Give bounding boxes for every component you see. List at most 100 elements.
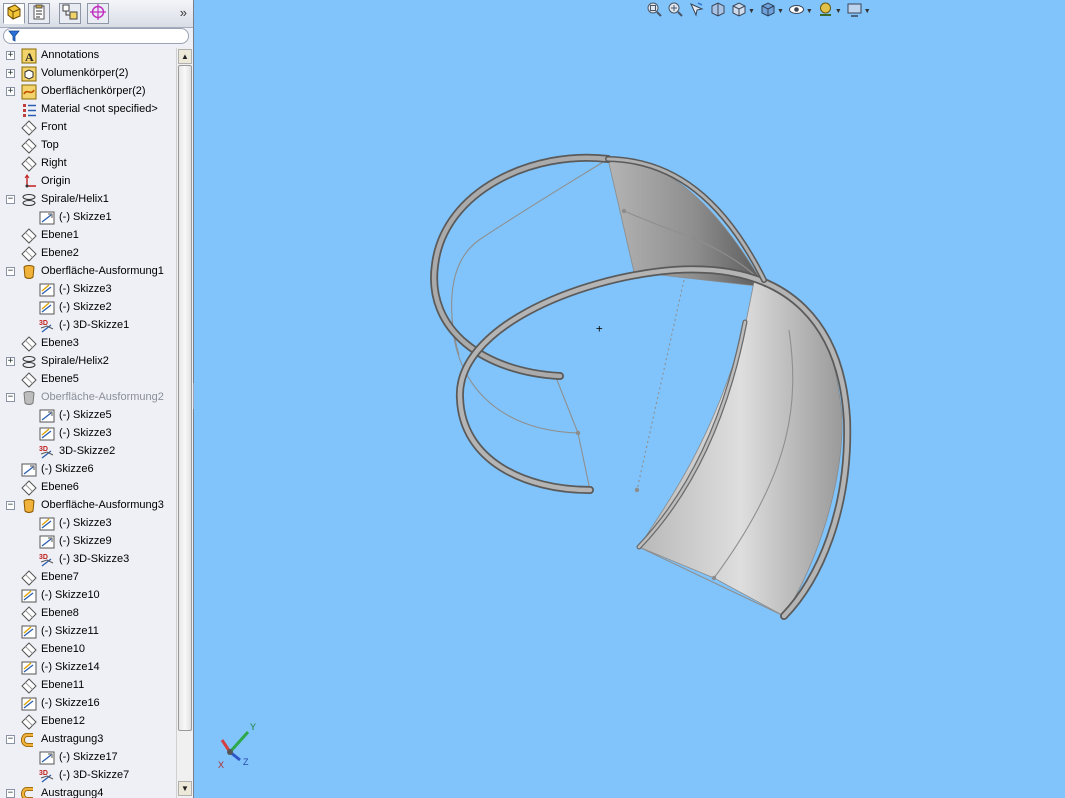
tree-item-label: Austragung3 — [41, 733, 104, 745]
tree-item[interactable]: Right — [0, 155, 176, 173]
plane-icon — [21, 138, 37, 154]
zoom-to-area-button[interactable] — [667, 1, 684, 21]
apply-scene-button[interactable]: ▼ — [846, 1, 871, 21]
display-style-button[interactable]: ▼ — [759, 1, 784, 21]
annotations-icon: A — [21, 48, 37, 64]
collapse-toggle-icon[interactable]: − — [6, 195, 15, 204]
tree-item[interactable]: Top — [0, 137, 176, 155]
tree-item[interactable]: 3D (-) 3D-Skizze1 — [0, 317, 176, 335]
tree-item[interactable]: 3D 3D-Skizze2 — [0, 443, 176, 461]
tree-item-label: Ebene6 — [41, 481, 79, 493]
tree-item[interactable]: + A Annotations — [0, 48, 176, 65]
expand-toggle-icon[interactable]: + — [6, 87, 15, 96]
scroll-up-button[interactable]: ▲ — [178, 49, 192, 64]
section-view-button[interactable] — [709, 1, 726, 21]
helix-icon — [21, 192, 37, 208]
tree-item-label: Right — [41, 157, 67, 169]
previous-view-button[interactable] — [688, 1, 705, 21]
collapse-toggle-icon[interactable]: − — [6, 393, 15, 402]
tree-item[interactable]: (-) Skizze2 — [0, 299, 176, 317]
tree-item-label: (-) 3D-Skizze7 — [59, 769, 130, 781]
tree-item[interactable]: (-) Skizze6 — [0, 461, 176, 479]
scrollbar-thumb[interactable] — [178, 65, 192, 731]
tree-item[interactable]: (-) Skizze10 — [0, 587, 176, 605]
dimxpert-tab[interactable] — [87, 3, 109, 24]
tree-item[interactable]: − Austragung3 — [0, 731, 176, 749]
tree-item[interactable]: Front — [0, 119, 176, 137]
tree-item[interactable]: − Oberfläche-Ausformung1 — [0, 263, 176, 281]
tree-item[interactable]: − Austragung4 — [0, 785, 176, 798]
tree-item[interactable]: − Spirale/Helix1 — [0, 191, 176, 209]
expand-toggle-icon[interactable]: + — [6, 357, 15, 366]
heads-up-view-toolbar: ▼ ▼ ▼ ▼ ▼ — [646, 0, 871, 22]
tree-item[interactable]: 3D (-) 3D-Skizze3 — [0, 551, 176, 569]
sketch-icon — [39, 210, 55, 226]
tree-item-label: Ebene11 — [41, 679, 85, 691]
tree-item[interactable]: Ebene7 — [0, 569, 176, 587]
tree-item-label: (-) Skizze9 — [59, 535, 112, 547]
tree-item[interactable]: Origin — [0, 173, 176, 191]
triad-z-label: Z — [243, 757, 249, 767]
expand-toggle-icon[interactable]: + — [6, 69, 15, 78]
sketch-used-icon — [21, 660, 37, 676]
tree-item[interactable]: Ebene5 — [0, 371, 176, 389]
tree-item[interactable]: Ebene3 — [0, 335, 176, 353]
tree-item[interactable]: Ebene8 — [0, 605, 176, 623]
tree-item[interactable]: Ebene10 — [0, 641, 176, 659]
tree-item[interactable]: (-) Skizze3 — [0, 515, 176, 533]
configurationmanager-tab-icon — [62, 4, 78, 23]
collapse-toggle-icon[interactable]: − — [6, 735, 15, 744]
scroll-down-button[interactable]: ▼ — [178, 781, 192, 796]
expand-panel-button[interactable]: » — [180, 5, 187, 20]
collapse-toggle-icon[interactable]: − — [6, 267, 15, 276]
plane-icon — [21, 606, 37, 622]
tree-item[interactable]: + Spirale/Helix2 — [0, 353, 176, 371]
plane-icon — [21, 372, 37, 388]
apply-scene-icon — [846, 1, 863, 21]
tree-item[interactable]: − Oberfläche-Ausformung3 — [0, 497, 176, 515]
tree-item[interactable]: (-) Skizze14 — [0, 659, 176, 677]
tree-scrollbar[interactable]: ▲ ▼ — [176, 48, 192, 798]
tree-item[interactable]: 3D (-) 3D-Skizze7 — [0, 767, 176, 785]
tree-item[interactable]: Ebene12 — [0, 713, 176, 731]
view-orientation-button[interactable]: ▼ — [730, 1, 755, 21]
expand-toggle-icon[interactable]: + — [6, 51, 15, 60]
tree-item[interactable]: + Volumenkörper(2) — [0, 65, 176, 83]
featuremanager-tab[interactable] — [3, 3, 25, 24]
tree-item[interactable]: (-) Skizze1 — [0, 209, 176, 227]
tree-item[interactable]: − Oberfläche-Ausformung2 — [0, 389, 176, 407]
propertymanager-tab[interactable] — [28, 3, 50, 24]
configurationmanager-tab[interactable] — [59, 3, 81, 24]
tree-item-label: (-) Skizze3 — [59, 283, 112, 295]
tree-filter-input[interactable] — [3, 28, 189, 44]
sketch-used-icon — [39, 282, 55, 298]
graphics-viewport[interactable]: ▼ ▼ ▼ ▼ ▼ + Y X Z — [194, 0, 1065, 798]
tree-item[interactable]: Ebene6 — [0, 479, 176, 497]
tree-item[interactable]: (-) Skizze11 — [0, 623, 176, 641]
collapse-toggle-icon[interactable]: − — [6, 501, 15, 510]
hide-show-items-button[interactable]: ▼ — [788, 1, 813, 21]
tree-item[interactable]: (-) Skizze9 — [0, 533, 176, 551]
origin-icon — [21, 174, 37, 190]
tree-item[interactable]: Material <not specified> — [0, 101, 176, 119]
tree-item[interactable]: Ebene2 — [0, 245, 176, 263]
3d-model[interactable] — [194, 0, 1065, 798]
zoom-to-area-icon — [667, 1, 684, 21]
zoom-to-fit-button[interactable] — [646, 1, 663, 21]
tree-item[interactable]: Ebene11 — [0, 677, 176, 695]
sketch-used-icon — [21, 696, 37, 712]
collapse-toggle-icon[interactable]: − — [6, 789, 15, 798]
tree-item-label: Ebene5 — [41, 373, 79, 385]
loft-icon — [21, 264, 37, 280]
tree-item[interactable]: (-) Skizze5 — [0, 407, 176, 425]
tree-item[interactable]: Ebene1 — [0, 227, 176, 245]
tree-item[interactable]: + Oberflächenkörper(2) — [0, 83, 176, 101]
edit-appearance-button[interactable]: ▼ — [817, 1, 842, 21]
tree-item[interactable]: (-) Skizze17 — [0, 749, 176, 767]
tree-item-label: (-) Skizze3 — [59, 517, 112, 529]
tree-item-label: Ebene2 — [41, 247, 79, 259]
tree-item[interactable]: (-) Skizze3 — [0, 425, 176, 443]
crosshair-cursor: + — [596, 322, 603, 335]
tree-item[interactable]: (-) Skizze3 — [0, 281, 176, 299]
tree-item[interactable]: (-) Skizze16 — [0, 695, 176, 713]
